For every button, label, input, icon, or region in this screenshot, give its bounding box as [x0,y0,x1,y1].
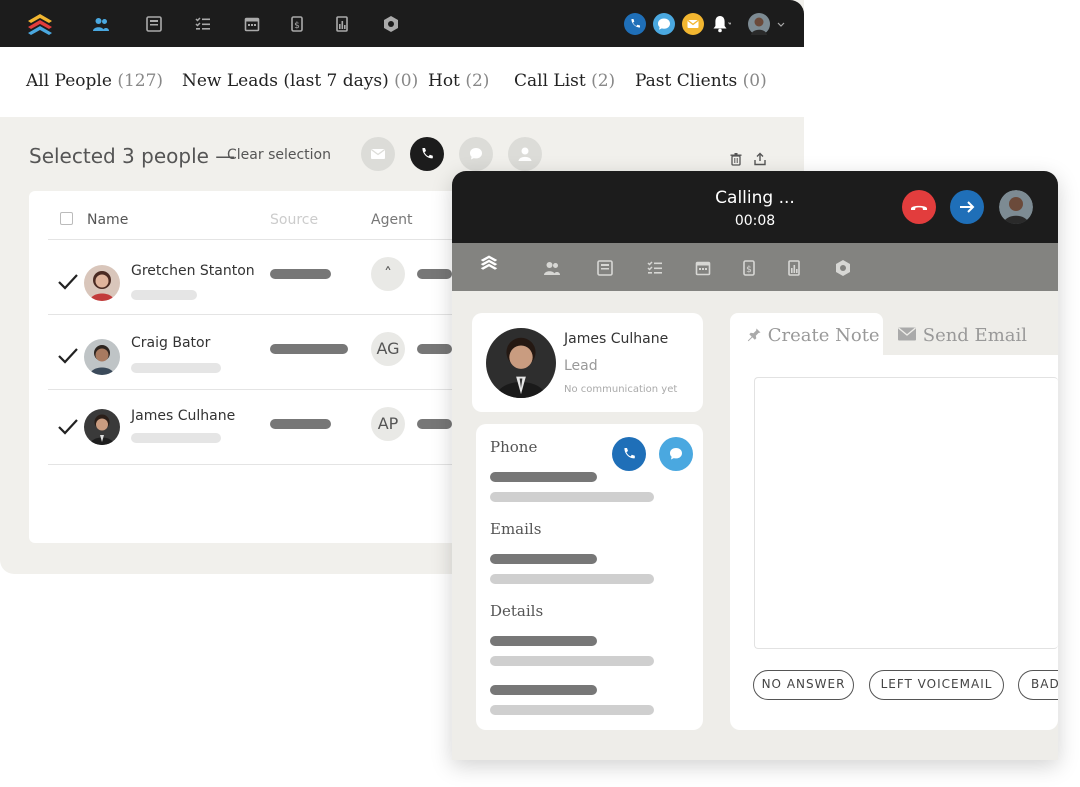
settings-icon[interactable] [834,259,852,277]
create-note-tab-label[interactable]: Create Note [746,325,880,346]
inbox-icon[interactable] [596,259,614,277]
settings-icon[interactable] [382,15,400,33]
tab-all-people[interactable]: All People (127) [26,71,163,91]
details-section-label: Details [490,602,544,620]
row-checkbox[interactable] [56,346,80,366]
contact-stage: Lead [564,358,598,374]
note-textarea[interactable] [754,377,1058,649]
bulk-call-button[interactable] [410,137,444,171]
placeholder-bar [131,290,197,300]
person-name[interactable]: James Culhane [131,408,235,424]
placeholder-bar [417,419,452,429]
people-icon[interactable] [92,15,110,33]
agent-badge: ˄ [371,257,405,291]
calendar-icon[interactable] [243,15,261,33]
export-icon[interactable] [753,152,767,166]
reports-icon[interactable] [785,259,803,277]
avatar [84,265,120,301]
row-divider [48,464,452,465]
trash-icon[interactable] [729,152,743,166]
selection-count: Selected 3 people — [29,144,236,168]
placeholder-bar [490,656,654,666]
tab-new-leads[interactable]: New Leads (last 7 days) (0) [182,71,418,91]
no-answer-button[interactable]: NO ANSWER [753,670,854,700]
phone-section-label: Phone [490,438,538,456]
placeholder-bar [490,554,597,564]
pin-icon [747,327,761,342]
left-voicemail-button[interactable]: LEFT VOICEMAIL [869,670,1004,700]
tab-send-email[interactable]: Send Email [897,325,1027,346]
placeholder-bar [131,363,221,373]
app-logo-icon[interactable] [480,254,504,278]
placeholder-bar [417,344,452,354]
avatar [84,409,120,445]
placeholder-bar [490,636,597,646]
source-placeholder [270,344,348,354]
placeholder-bar [490,685,597,695]
avatar [84,339,120,375]
chevron-down-icon[interactable] [770,13,785,35]
row-checkbox[interactable] [56,272,80,292]
column-header-agent[interactable]: Agent [371,212,412,228]
agent-badge: AP [371,407,405,441]
user-avatar[interactable] [999,190,1033,224]
agent-badge: AG [371,332,405,366]
select-all-checkbox[interactable] [60,212,73,225]
placeholder-bar [490,472,597,482]
row-divider [48,314,452,315]
email-icon[interactable] [682,13,704,35]
placeholder-bar [417,269,452,279]
tasks-icon[interactable] [194,15,212,33]
chat-icon[interactable] [653,13,675,35]
column-header-source[interactable]: Source [270,212,318,228]
placeholder-bar [131,433,221,443]
row-divider [48,389,452,390]
emails-section-label: Emails [490,520,542,538]
deals-icon[interactable]: $ [288,15,306,33]
calendar-icon[interactable] [694,259,712,277]
row-divider [48,239,452,240]
placeholder-bar [490,705,654,715]
bell-icon[interactable] [709,13,732,35]
person-name[interactable]: Gretchen Stanton [131,263,255,279]
phone-icon[interactable] [624,13,646,35]
contact-avatar [486,328,556,398]
people-tabs: All People (127) New Leads (last 7 days)… [0,47,804,117]
reports-icon[interactable] [333,15,351,33]
people-icon[interactable] [543,259,561,277]
app-logo-icon[interactable] [26,12,54,38]
bulk-assign-button[interactable] [508,137,542,171]
column-header-name[interactable]: Name [87,212,128,228]
source-placeholder [270,419,331,429]
row-checkbox[interactable] [56,417,80,437]
contact-name[interactable]: James Culhane [564,331,668,347]
tab-hot[interactable]: Hot (2) [428,71,489,91]
deals-icon[interactable]: $ [740,259,758,277]
svg-text:$: $ [746,265,752,275]
svg-text:$: $ [294,21,300,31]
transfer-button[interactable] [950,190,984,224]
text-message-button[interactable] [659,437,693,471]
hang-up-button[interactable] [902,190,936,224]
contact-communication-status: No communication yet [564,384,678,395]
bulk-email-button[interactable] [361,137,395,171]
user-avatar[interactable] [748,13,770,35]
bulk-text-button[interactable] [459,137,493,171]
call-status-bar: Calling ... 00:08 [452,171,1058,243]
tab-past-clients[interactable]: Past Clients (0) [635,71,767,91]
envelope-icon [898,327,916,341]
bad-number-button[interactable]: BAD [1018,670,1058,700]
source-placeholder [270,269,331,279]
tab-call-list[interactable]: Call List (2) [514,71,615,91]
inbox-icon[interactable] [145,15,163,33]
placeholder-bar [490,492,654,502]
top-navigation-bar: $ [0,0,804,47]
tasks-icon[interactable] [646,259,664,277]
clear-selection-link[interactable]: Clear selection [227,147,331,163]
placeholder-bar [490,574,654,584]
person-name[interactable]: Craig Bator [131,335,210,351]
call-phone-button[interactable] [612,437,646,471]
